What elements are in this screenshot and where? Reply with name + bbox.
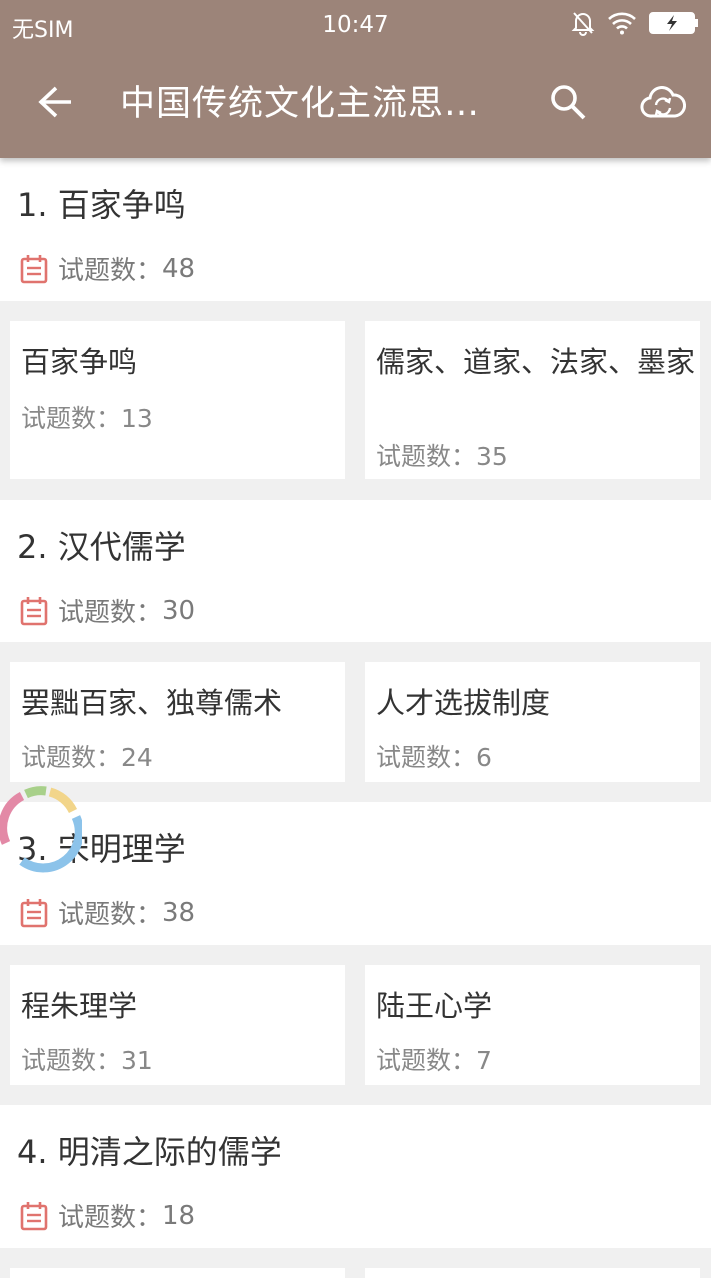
section-header[interactable]: 1. 百家争鸣 试题数： 48: [0, 158, 711, 301]
lesson-card[interactable]: [10, 1268, 345, 1278]
lesson-card[interactable]: 陆王心学 试题数：7: [365, 965, 700, 1085]
loading-spinner-icon: [0, 783, 84, 873]
section-count: 试题数： 30: [20, 592, 195, 629]
count-value: 18: [162, 1200, 196, 1231]
calendar-icon: [20, 1201, 48, 1231]
status-bar: 无SIM 10:47: [0, 0, 711, 50]
section-header[interactable]: 3. 宋明理学 试题数： 38: [0, 802, 711, 945]
lesson-card[interactable]: 百家争鸣 试题数：13: [10, 321, 345, 479]
bell-off-icon: [571, 10, 595, 40]
count-label: 试题数：: [58, 1203, 163, 1233]
count-label: 试题数：: [21, 743, 122, 772]
section-count: 试题数： 38: [20, 894, 195, 931]
count-value: 7: [476, 1046, 492, 1075]
count-label: 试题数：: [58, 900, 163, 930]
lesson-card[interactable]: [365, 1268, 700, 1278]
lesson-card[interactable]: 儒家、道家、法家、墨家 试题数：35: [365, 321, 700, 479]
section-title: 2. 汉代儒学: [17, 528, 186, 566]
count-label: 试题数：: [376, 743, 477, 772]
calendar-icon: [20, 254, 48, 284]
status-icons: [571, 10, 699, 40]
card-count: 试题数：6: [376, 738, 492, 774]
card-title: 陆王心学: [376, 989, 493, 1023]
section-count: 试题数： 18: [20, 1197, 195, 1234]
count-value: 6: [476, 743, 492, 772]
lesson-card[interactable]: 人才选拔制度 试题数：6: [365, 662, 700, 782]
count-value: 13: [121, 404, 153, 433]
card-title: 儒家、道家、法家、墨家: [376, 345, 696, 379]
calendar-icon: [20, 898, 48, 928]
section-title: 4. 明清之际的儒学: [17, 1133, 282, 1171]
section-count: 试题数： 48: [20, 250, 195, 287]
cloud-sync-icon: [640, 85, 687, 123]
count-label: 试题数：: [21, 1046, 122, 1075]
section-header[interactable]: 2. 汉代儒学 试题数： 30: [0, 500, 711, 642]
toolbar: 中国传统文化主流思…: [0, 50, 711, 158]
section-header[interactable]: 4. 明清之际的儒学 试题数： 18: [0, 1105, 711, 1248]
card-count: 试题数：35: [376, 437, 508, 473]
wifi-icon: [607, 11, 637, 39]
battery-charging-icon: [649, 12, 699, 38]
search-button[interactable]: [544, 80, 592, 128]
count-label: 试题数：: [58, 256, 163, 286]
count-value: 35: [476, 442, 508, 471]
count-value: 31: [121, 1046, 153, 1075]
card-count: 试题数：7: [376, 1041, 492, 1077]
count-value: 38: [162, 897, 196, 928]
card-count: 试题数：24: [21, 738, 153, 774]
count-label: 试题数：: [21, 404, 122, 433]
page-title: 中国传统文化主流思…: [120, 84, 481, 124]
cloud-sync-button[interactable]: [636, 80, 690, 128]
count-value: 30: [162, 595, 196, 626]
lesson-card[interactable]: 程朱理学 试题数：31: [10, 965, 345, 1085]
count-value: 48: [162, 253, 196, 284]
card-title: 程朱理学: [21, 989, 138, 1023]
count-label: 试题数：: [58, 598, 163, 628]
count-value: 24: [121, 743, 153, 772]
card-count: 试题数：31: [21, 1041, 153, 1077]
calendar-icon: [20, 596, 48, 626]
search-icon: [549, 83, 587, 125]
count-label: 试题数：: [376, 442, 477, 471]
section-title: 1. 百家争鸣: [17, 186, 186, 224]
card-title: 罢黜百家、独尊儒术: [21, 686, 283, 720]
app-bar: 无SIM 10:47 中国传统文化主流思…: [0, 0, 711, 158]
arrow-left-icon: [38, 85, 74, 123]
card-title: 百家争鸣: [21, 345, 138, 379]
lesson-card[interactable]: 罢黜百家、独尊儒术 试题数：24: [10, 662, 345, 782]
card-title: 人才选拔制度: [376, 686, 551, 720]
card-count: 试题数：13: [21, 399, 153, 435]
back-button[interactable]: [30, 80, 82, 128]
count-label: 试题数：: [376, 1046, 477, 1075]
